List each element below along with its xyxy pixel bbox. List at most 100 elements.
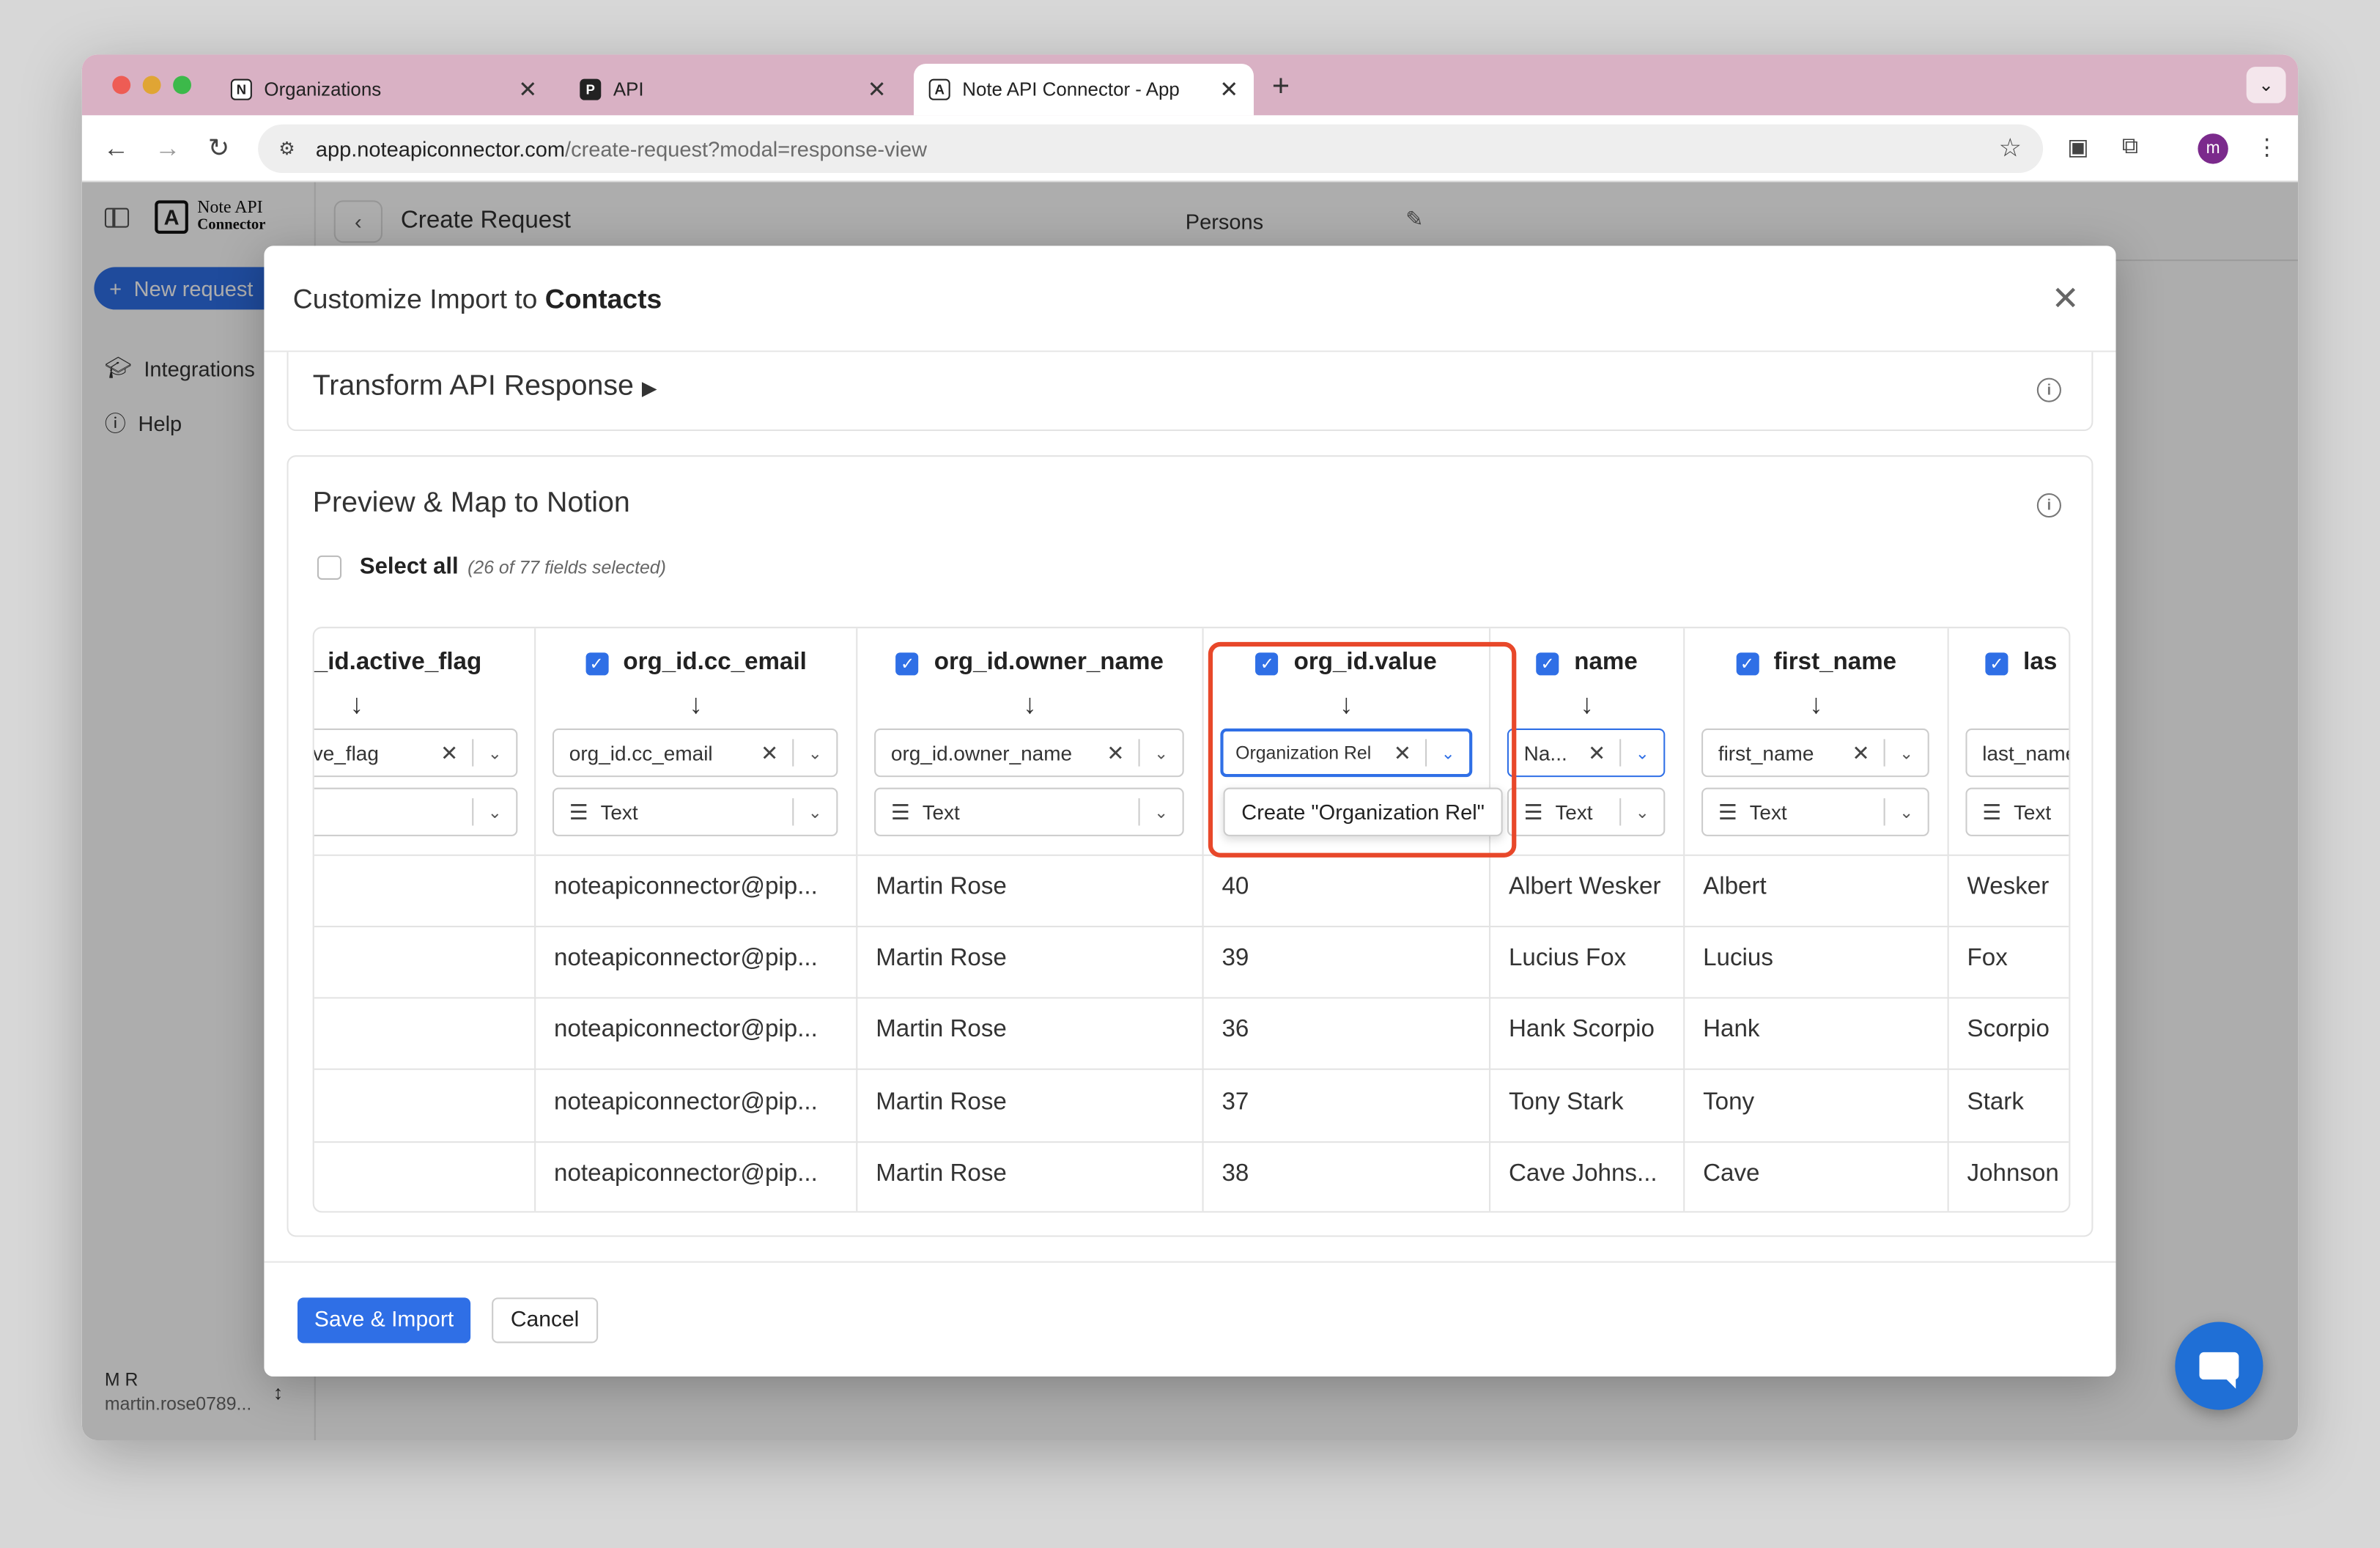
close-modal-icon[interactable]: ✕	[2052, 279, 2080, 319]
down-arrow-icon: ↓	[1580, 689, 1594, 720]
table-cell: Martin Rose	[876, 1089, 1007, 1116]
property-type-select[interactable]: ☰ Text	[1965, 787, 2069, 836]
table-cell: Fox	[1967, 945, 2008, 972]
property-type-select[interactable]: ⌄	[314, 787, 518, 836]
field-mapping-select[interactable]: org_id.owner_name ✕ ⌄	[874, 728, 1184, 778]
property-type-select[interactable]: ☰ Text ⌄	[1507, 787, 1666, 836]
down-arrow-icon: ↓	[689, 689, 703, 720]
minimize-window-button[interactable]	[142, 75, 161, 95]
table-cell: Martin Rose	[876, 1161, 1007, 1187]
select-all-checkbox[interactable]	[317, 554, 342, 579]
table-cell: Tony	[1703, 1089, 1755, 1116]
chevron-down-icon[interactable]: ⌄	[1149, 743, 1173, 763]
property-type-select[interactable]: ☰ Text ⌄	[552, 787, 838, 836]
browser-menu-icon[interactable]: ⋮	[2255, 133, 2278, 161]
chevron-down-icon[interactable]: ⌄	[483, 802, 507, 822]
create-option-dropdown-item[interactable]: Create "Organization Rel"	[1223, 787, 1503, 836]
back-arrow-icon[interactable]: ←	[103, 133, 129, 163]
tab-label: Note API Connector - App	[962, 78, 1180, 100]
chevron-down-icon[interactable]: ⌄	[483, 743, 507, 763]
tab-organizations[interactable]: N Organizations ✕	[215, 64, 552, 115]
close-tab-icon[interactable]: ✕	[518, 76, 537, 103]
clear-icon[interactable]: ✕	[435, 740, 462, 765]
column-name[interactable]: ✓ org_id.owner_name	[857, 649, 1202, 677]
bookmark-star-icon[interactable]: ☆	[1999, 133, 2022, 163]
info-icon[interactable]: i	[2036, 377, 2061, 402]
new-tab-button[interactable]: +	[1272, 70, 1290, 105]
table-cell: Scorpio	[1967, 1017, 2050, 1043]
reload-icon[interactable]: ↻	[208, 133, 230, 163]
selection-count: (26 of 77 fields selected)	[468, 556, 666, 578]
clear-icon[interactable]: ✕	[1102, 740, 1129, 765]
row-divider	[314, 997, 2069, 999]
chevron-down-icon[interactable]: ⌄	[1630, 802, 1655, 822]
profile-avatar[interactable]: m	[2198, 133, 2228, 164]
column-last-name: ✓ las last_name ☰ Text	[1948, 628, 2069, 1211]
table-cell: Albert	[1703, 874, 1767, 900]
cancel-button[interactable]: Cancel	[492, 1297, 599, 1344]
table-cell: 36	[1222, 1017, 1249, 1043]
address-bar[interactable]: ⚙ app.noteapiconnector.com/create-reques…	[258, 124, 2044, 174]
chevron-down-icon[interactable]: ⌄	[803, 802, 827, 822]
checkmark-icon[interactable]: ✓	[1985, 652, 2008, 675]
field-mapping-select[interactable]: ve_flag ✕ ⌄	[314, 728, 518, 778]
property-type-select[interactable]: ☰ Text ⌄	[1701, 787, 1929, 836]
field-mapping-select[interactable]: Na... ✕ ⌄	[1507, 728, 1666, 778]
table-cell: Cave	[1703, 1161, 1760, 1187]
puzzle-extensions-icon[interactable]: ⧉	[2122, 133, 2138, 159]
text-lines-icon: ☰	[569, 799, 588, 824]
table-cell: 37	[1222, 1089, 1249, 1116]
forward-arrow-icon[interactable]: →	[155, 133, 180, 163]
info-icon[interactable]: i	[2036, 493, 2061, 518]
chat-support-button[interactable]	[2175, 1322, 2263, 1410]
checkmark-icon[interactable]: ✓	[895, 652, 920, 675]
close-tab-icon[interactable]: ✕	[1219, 76, 1238, 103]
maximize-window-button[interactable]	[173, 75, 191, 95]
table-cell: Martin Rose	[876, 1017, 1007, 1043]
site-settings-icon[interactable]: ⚙	[273, 135, 300, 162]
column-name-label[interactable]: ✓ name	[1490, 649, 1683, 677]
field-mapping-select[interactable]: org_id.cc_email ✕ ⌄	[552, 728, 838, 778]
field-mapping-select[interactable]: first_name ✕ ⌄	[1701, 728, 1929, 778]
checkmark-icon[interactable]: ✓	[585, 652, 608, 675]
table-cell: 38	[1222, 1161, 1249, 1187]
chevron-down-icon[interactable]: ⌄	[1149, 802, 1173, 822]
column-first-name: ✓ first_name ↓ first_name ✕ ⌄ ☰ Text ⌄	[1685, 628, 1949, 1212]
field-mapping-select[interactable]: last_name	[1965, 728, 2069, 778]
table-cell: Lucius Fox	[1508, 945, 1627, 972]
chevron-down-icon[interactable]: ⌄	[1894, 743, 1918, 763]
clear-icon[interactable]: ✕	[1847, 740, 1874, 765]
checkmark-icon[interactable]: ✓	[1536, 652, 1559, 675]
table-cell: Hank	[1703, 1017, 1760, 1043]
down-arrow-icon: ↓	[350, 689, 364, 720]
chevron-down-icon[interactable]: ⌄	[803, 743, 827, 763]
clear-icon[interactable]: ✕	[756, 740, 783, 765]
tab-search-button[interactable]: ⌄	[2246, 67, 2286, 103]
extension-icon[interactable]: ▣	[2067, 133, 2088, 161]
column-name[interactable]: ✓ org_id.cc_email	[536, 649, 856, 677]
close-window-button[interactable]	[112, 75, 131, 95]
transform-panel[interactable]: Transform API Response ▶ i	[287, 352, 2093, 432]
transform-title[interactable]: Transform API Response ▶	[313, 370, 657, 404]
column-header: ✓ org_id.owner_name ↓ org_id.owner_name ✕ ⌄…	[857, 628, 1202, 856]
modal-header: Customize Import to Contacts ✕	[264, 246, 2116, 353]
column-name[interactable]: ✓ las	[1949, 649, 2069, 677]
row-divider	[314, 1068, 2069, 1070]
tab-label: Organizations	[264, 78, 382, 100]
tab-note-api-connector[interactable]: A Note API Connector - App ✕	[913, 63, 1254, 116]
save-import-button[interactable]: Save & Import	[297, 1297, 471, 1344]
column-name[interactable]: ✓ first_name	[1685, 649, 1947, 677]
select-all-row[interactable]: Select all (26 of 77 fields selected)	[317, 554, 666, 580]
chevron-down-icon[interactable]: ⌄	[1894, 802, 1918, 822]
tab-api[interactable]: P API ✕	[565, 64, 902, 115]
property-type-select[interactable]: ☰ Text ⌄	[874, 787, 1184, 836]
column-header: ✓ name ↓ Na... ✕ ⌄ ☰ Text ⌄	[1490, 628, 1684, 856]
clear-icon[interactable]: ✕	[1583, 740, 1610, 765]
select-all-label: Select all	[359, 553, 459, 580]
chevron-down-icon[interactable]: ⌄	[1630, 743, 1655, 763]
column-header: ✓ first_name ↓ first_name ✕ ⌄ ☰ Text ⌄	[1685, 628, 1948, 856]
table-cell: noteapiconnector@pip...	[554, 874, 818, 900]
table-cell: Tony Stark	[1508, 1089, 1624, 1116]
close-tab-icon[interactable]: ✕	[868, 76, 887, 103]
checkmark-icon[interactable]: ✓	[1735, 652, 1759, 675]
